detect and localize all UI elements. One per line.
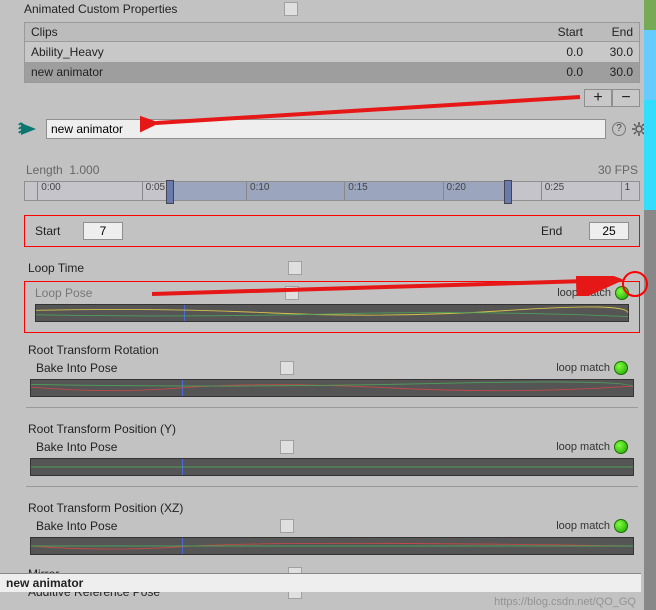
loop-pose-group: Loop Pose loop match <box>24 281 640 333</box>
clip-name: Ability_Heavy <box>31 45 533 59</box>
tick: 0:10 <box>250 182 269 193</box>
bake-label: Bake Into Pose <box>36 361 280 375</box>
curve-strip <box>30 379 634 397</box>
clip-icon <box>18 119 40 139</box>
bake-checkbox[interactable] <box>280 440 294 454</box>
loop-match-label: loop match <box>557 287 611 299</box>
status-bar: new animator <box>0 573 641 592</box>
loop-match-indicator <box>615 286 629 300</box>
bake-label: Bake Into Pose <box>36 440 280 454</box>
clip-start: 0.0 <box>533 65 583 79</box>
end-field[interactable] <box>589 222 629 240</box>
fps-label: 30 FPS <box>598 163 638 177</box>
loop-match-label: loop match <box>556 520 610 532</box>
remove-clip-button[interactable]: − <box>612 89 640 107</box>
divider <box>26 407 638 408</box>
clip-name-input[interactable] <box>46 119 606 139</box>
start-end-group: Start End <box>24 215 640 247</box>
loop-pose-label: Loop Pose <box>35 286 285 300</box>
timeline[interactable]: 0:00 0:05 0:10 0:15 0:20 0:25 1 <box>24 181 640 201</box>
tick: 0:20 <box>447 182 466 193</box>
tick: 0:05 <box>146 182 165 193</box>
bake-checkbox[interactable] <box>280 361 294 375</box>
bake-checkbox[interactable] <box>280 519 294 533</box>
add-clip-button[interactable]: + <box>584 89 612 107</box>
section-title: Root Transform Position (XZ) <box>24 499 640 517</box>
audio-meter <box>644 0 656 610</box>
clips-header: Clips <box>31 25 533 39</box>
clip-end: 30.0 <box>583 45 633 59</box>
loop-match-indicator <box>614 519 628 533</box>
loop-match-indicator <box>614 440 628 454</box>
animated-custom-label: Animated Custom Properties <box>24 2 284 16</box>
animated-custom-checkbox[interactable] <box>284 2 298 16</box>
length-label: Length <box>26 163 63 177</box>
clip-end: 30.0 <box>583 65 633 79</box>
loop-match-indicator <box>614 361 628 375</box>
clips-row[interactable]: Ability_Heavy 0.0 30.0 <box>25 42 639 62</box>
curve-strip <box>30 537 634 555</box>
help-icon[interactable]: ? <box>612 122 626 136</box>
loop-curve-strip <box>35 304 629 322</box>
clips-start-header: Start <box>533 25 583 39</box>
loop-time-label: Loop Time <box>28 261 288 275</box>
start-field[interactable] <box>83 222 123 240</box>
tick: 0:00 <box>41 182 60 193</box>
loop-time-checkbox[interactable] <box>288 261 302 275</box>
loop-match-label: loop match <box>556 362 610 374</box>
clip-start: 0.0 <box>533 45 583 59</box>
clips-row[interactable]: new animator 0.0 30.0 <box>25 62 639 82</box>
loop-match-label: loop match <box>556 441 610 453</box>
tick: 1 <box>625 182 631 193</box>
divider <box>26 486 638 487</box>
start-label: Start <box>35 224 75 238</box>
section-title: Root Transform Position (Y) <box>24 420 640 438</box>
tick: 0:25 <box>545 182 564 193</box>
clips-end-header: End <box>583 25 633 39</box>
watermark: https://blog.csdn.net/QO_GQ <box>494 596 636 608</box>
timeline-start-handle[interactable] <box>166 180 174 204</box>
loop-pose-checkbox[interactable] <box>285 286 299 300</box>
clip-name: new animator <box>31 65 533 79</box>
bake-label: Bake Into Pose <box>36 519 280 533</box>
end-label: End <box>541 224 581 238</box>
curve-strip <box>30 458 634 476</box>
section-title: Root Transform Rotation <box>24 341 640 359</box>
tick: 0:15 <box>348 182 367 193</box>
timeline-end-handle[interactable] <box>504 180 512 204</box>
clips-table: Clips Start End Ability_Heavy 0.0 30.0 n… <box>24 22 640 83</box>
length-value: 1.000 <box>69 163 99 177</box>
